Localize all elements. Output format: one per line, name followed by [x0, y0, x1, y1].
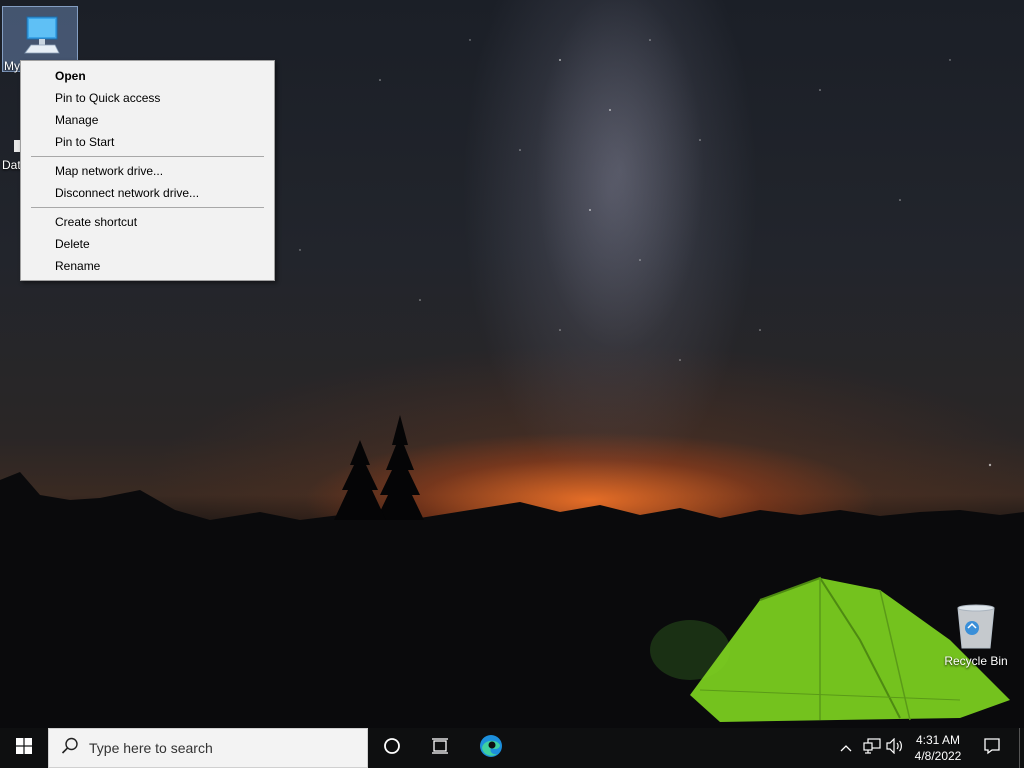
action-center-button[interactable] — [972, 728, 1012, 768]
menu-separator — [31, 207, 264, 208]
menu-item-delete[interactable]: Delete — [21, 233, 274, 255]
taskbar-search[interactable] — [48, 728, 368, 768]
network-button[interactable] — [860, 728, 884, 768]
volume-icon — [886, 737, 904, 759]
clock-date: 4/8/2022 — [914, 749, 962, 763]
menu-item-pin-to-quick-access[interactable]: Pin to Quick access — [21, 87, 274, 109]
menu-item-open[interactable]: Open — [21, 65, 274, 87]
notification-icon — [983, 737, 1001, 760]
desktop-icon-label: Recycle Bin — [944, 654, 1008, 668]
desktop-icon-data[interactable]: Data — [0, 130, 20, 174]
cortana-button[interactable] — [372, 728, 412, 768]
task-view-icon — [431, 737, 449, 759]
network-icon — [863, 737, 881, 759]
windows-logo-icon — [16, 737, 32, 759]
desktop-icon-recycle-bin[interactable]: Recycle Bin — [936, 600, 1016, 670]
start-button[interactable] — [0, 728, 48, 768]
menu-item-rename[interactable]: Rename — [21, 255, 274, 277]
search-input[interactable] — [89, 740, 349, 756]
menu-item-map-network-drive[interactable]: Map network drive... — [21, 160, 274, 182]
recycle-bin-icon — [956, 604, 996, 653]
edge-browser-icon — [478, 733, 504, 764]
cortana-circle-icon — [383, 737, 401, 760]
computer-icon — [21, 13, 61, 60]
edge-taskbar-button[interactable] — [470, 728, 512, 768]
search-icon — [61, 737, 79, 760]
clock-time: 4:31 AM — [915, 733, 961, 747]
desktop-icon-label: Data — [2, 158, 20, 172]
tray-overflow-button[interactable] — [836, 728, 856, 768]
volume-button[interactable] — [884, 728, 906, 768]
menu-item-create-shortcut[interactable]: Create shortcut — [21, 211, 274, 233]
context-menu: Open Pin to Quick access Manage Pin to S… — [20, 60, 275, 281]
menu-separator — [31, 156, 264, 157]
menu-item-pin-to-start[interactable]: Pin to Start — [21, 131, 274, 153]
task-view-button[interactable] — [420, 728, 460, 768]
taskbar-clock[interactable]: 4:31 AM 4/8/2022 — [906, 728, 970, 768]
show-desktop-button[interactable] — [1019, 728, 1024, 768]
chevron-up-icon — [840, 739, 852, 757]
menu-item-disconnect-network-drive[interactable]: Disconnect network drive... — [21, 182, 274, 204]
taskbar: 4:31 AM 4/8/2022 — [0, 728, 1024, 768]
menu-item-manage[interactable]: Manage — [21, 109, 274, 131]
